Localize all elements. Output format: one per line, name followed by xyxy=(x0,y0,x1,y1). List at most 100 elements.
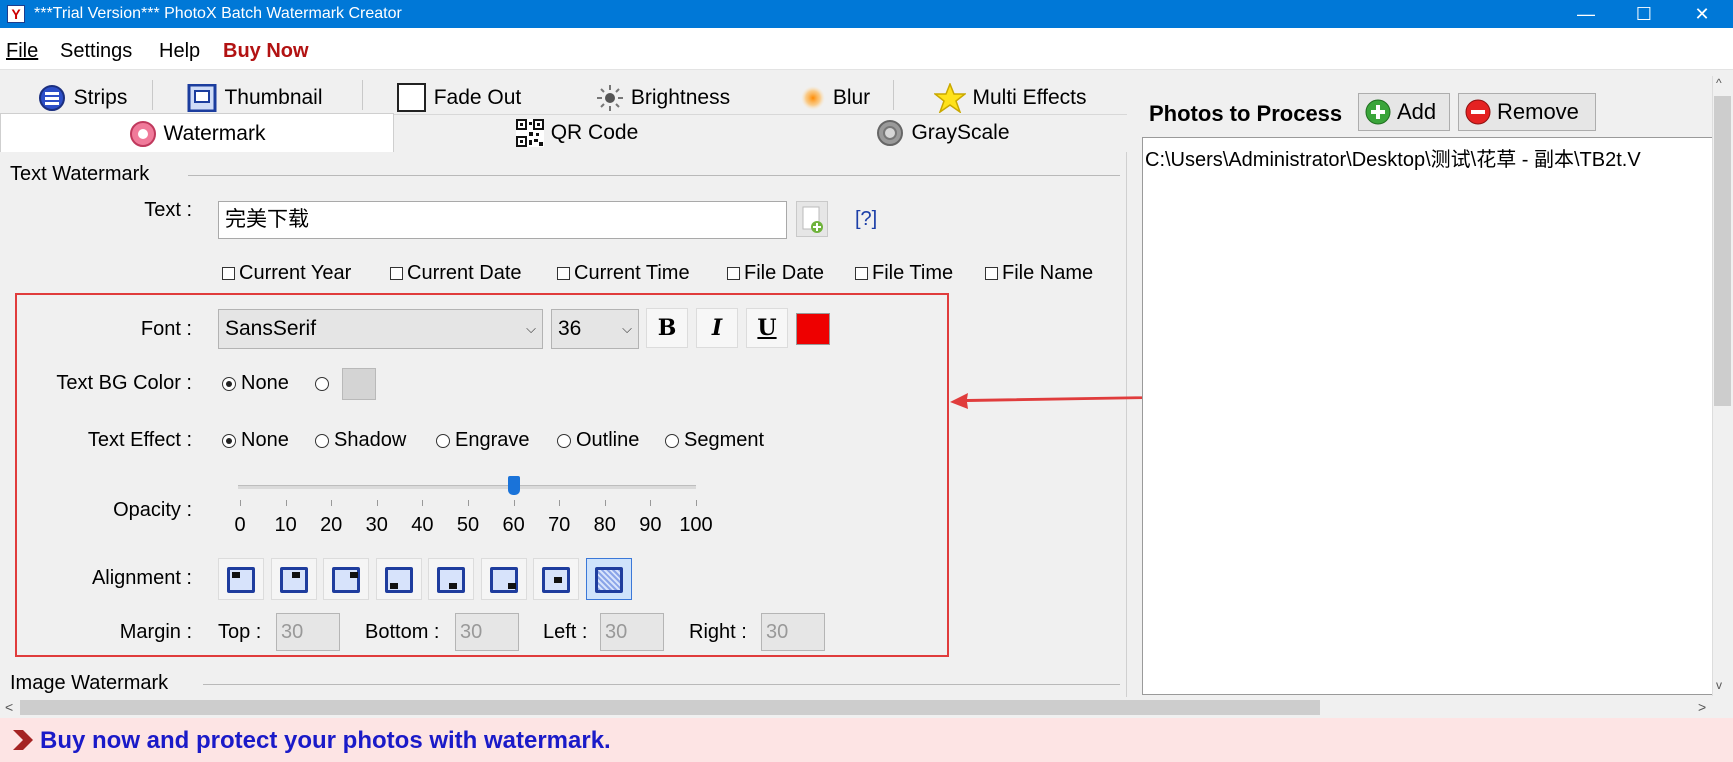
scroll-up-arrow[interactable]: ^ xyxy=(1716,76,1722,90)
alignment-icon xyxy=(332,567,360,593)
italic-button[interactable]: I xyxy=(696,308,738,348)
scroll-down-arrow[interactable]: v xyxy=(1716,678,1722,692)
tab-blur[interactable]: Blur xyxy=(790,80,880,116)
watermark-text-input[interactable]: 完美下载 xyxy=(218,201,787,239)
underline-button[interactable]: U xyxy=(746,308,788,348)
menu-settings[interactable]: Settings xyxy=(60,40,132,63)
tab-multi-effects[interactable]: Multi Effects xyxy=(925,80,1095,116)
alignment-button[interactable] xyxy=(375,558,422,600)
opacity-slider-track[interactable] xyxy=(238,485,696,489)
effect-engrave-label: Engrave xyxy=(455,429,530,451)
app-window: Y ***Trial Version*** PhotoX Batch Water… xyxy=(0,0,1733,762)
promo-message[interactable]: Buy now and protect your photos with wat… xyxy=(40,727,611,755)
tab-thumbnail-label: Thumbnail xyxy=(224,86,323,109)
minimize-button[interactable]: — xyxy=(1557,0,1615,28)
scroll-right-arrow[interactable]: > xyxy=(1698,699,1706,715)
effect-segment-radio[interactable]: Segment xyxy=(665,429,764,452)
tab-qr-code[interactable]: QR Code xyxy=(394,114,760,150)
tab-grayscale[interactable]: GrayScale xyxy=(760,114,1126,150)
photos-list[interactable] xyxy=(1142,137,1712,695)
opacity-tick-label: 10 xyxy=(274,514,297,536)
effect-shadow-radio[interactable]: Shadow xyxy=(315,429,406,452)
current-date-checkbox[interactable]: Current Date xyxy=(390,262,522,285)
bg-none-label: None xyxy=(241,372,289,394)
list-item[interactable]: C:\Users\Administrator\Desktop\测试\花草 - 副… xyxy=(1145,143,1641,172)
radio-dot xyxy=(436,433,450,448)
alignment-button[interactable] xyxy=(533,558,579,600)
alignment-label: Alignment : xyxy=(91,567,192,589)
alignment-button[interactable] xyxy=(585,558,632,600)
opacity-label: Opacity : xyxy=(113,499,192,521)
text-watermark-section-title: Text Watermark xyxy=(10,163,150,185)
horizontal-scroll-thumb[interactable] xyxy=(20,700,1320,715)
margin-label: Margin : xyxy=(119,621,192,643)
bold-button[interactable]: B xyxy=(646,308,688,348)
alignment-button[interactable] xyxy=(428,558,474,600)
add-button[interactable]: Add xyxy=(1358,93,1450,131)
font-color-swatch[interactable] xyxy=(796,313,830,345)
opacity-tick xyxy=(468,500,469,506)
opacity-tick xyxy=(696,500,697,506)
maximize-button[interactable]: ☐ xyxy=(1615,0,1673,28)
current-time-label: Current Time xyxy=(574,262,690,284)
alignment-button[interactable] xyxy=(270,558,317,600)
font-label: Font : xyxy=(140,318,192,340)
bg-none-radio[interactable]: None xyxy=(222,372,289,395)
watermark-icon xyxy=(129,120,156,147)
current-time-checkbox[interactable]: Current Time xyxy=(557,262,690,285)
tab-fade-out[interactable]: Fade Out xyxy=(392,80,526,116)
insert-text-button[interactable] xyxy=(796,201,828,237)
opacity-tick xyxy=(240,500,241,506)
tab-watermark[interactable]: Watermark xyxy=(0,113,394,153)
alignment-button[interactable] xyxy=(323,558,369,600)
margin-top-input[interactable]: 30 xyxy=(276,613,340,651)
opacity-tick-label: 90 xyxy=(639,514,662,536)
alignment-icon xyxy=(437,567,465,593)
bg-color-radio[interactable] xyxy=(315,372,334,395)
vertical-scroll-thumb[interactable] xyxy=(1714,96,1731,406)
effect-engrave-radio[interactable]: Engrave xyxy=(436,429,530,452)
tab-brightness[interactable]: Brightness xyxy=(588,80,738,116)
tab-divider xyxy=(152,80,153,110)
radio-dot xyxy=(557,433,571,448)
alignment-button[interactable] xyxy=(480,558,527,600)
opacity-tick-label: 40 xyxy=(411,514,434,536)
text-effect-label: Text Effect : xyxy=(87,429,192,451)
effect-shadow-label: Shadow xyxy=(334,429,407,451)
radio-dot xyxy=(222,433,236,448)
opacity-tick xyxy=(650,500,652,506)
margin-right-input[interactable]: 30 xyxy=(761,613,825,651)
bg-color-swatch[interactable] xyxy=(342,368,376,400)
effect-outline-radio[interactable]: Outline xyxy=(557,429,639,452)
menu-buy-now[interactable]: Buy Now xyxy=(223,40,309,63)
menu-help[interactable]: Help xyxy=(159,40,200,63)
alignment-button[interactable] xyxy=(218,558,264,600)
grayscale-icon xyxy=(877,119,904,146)
alignment-icon xyxy=(227,567,255,593)
margin-left-input[interactable]: 30 xyxy=(600,613,664,651)
opacity-slider-thumb[interactable] xyxy=(507,476,520,495)
strips-icon xyxy=(38,85,65,111)
image-watermark-section-title: Image Watermark xyxy=(10,672,169,694)
opacity-tick xyxy=(604,500,606,506)
tab-thumbnail[interactable]: Thumbnail xyxy=(180,80,330,116)
tab-grayscale-label: GrayScale xyxy=(911,120,1010,144)
close-button[interactable]: ✕ xyxy=(1673,0,1731,28)
current-year-checkbox[interactable]: Current Year xyxy=(222,262,351,285)
menu-file[interactable]: File xyxy=(6,40,38,63)
remove-button[interactable]: Remove xyxy=(1458,93,1596,131)
add-file-icon xyxy=(802,206,823,233)
help-link[interactable]: [?] xyxy=(855,208,877,231)
tab-watermark-label: Watermark xyxy=(163,121,266,145)
font-size-select[interactable]: 36 ⌵ xyxy=(551,309,639,349)
file-name-checkbox[interactable]: File Name xyxy=(985,262,1093,285)
margin-bottom-input[interactable]: 30 xyxy=(455,613,519,651)
effect-none-radio[interactable]: None xyxy=(222,429,289,452)
checkbox-box xyxy=(727,267,740,281)
font-family-select[interactable]: SansSerif ⌵ xyxy=(218,309,543,349)
tab-strips[interactable]: Strips xyxy=(22,80,142,116)
scroll-left-arrow[interactable]: < xyxy=(5,699,13,715)
file-time-checkbox[interactable]: File Time xyxy=(855,262,953,285)
chevron-right-icon xyxy=(13,730,33,750)
file-date-checkbox[interactable]: File Date xyxy=(727,262,824,285)
